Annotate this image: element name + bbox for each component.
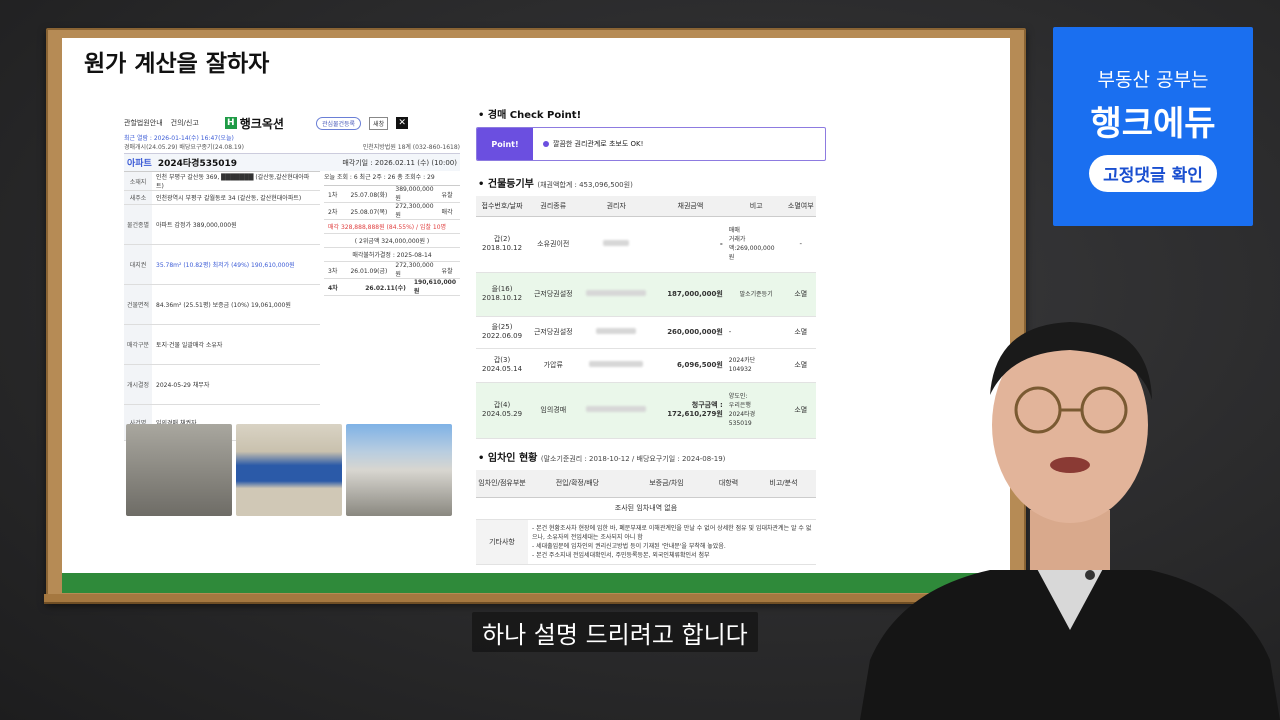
registry-heading: • 건물등기부 (채권액합계 : 453,096,500원) — [478, 179, 633, 190]
table-row: 소재지 인천 부평구 갈산동 369, ███████ (갈산동,갈산현대아파트) — [124, 172, 320, 191]
table-row: 개시결정 2024-05-29 채무자 — [124, 365, 320, 405]
tenant-table: 임차인/점유부분 전입/확정/배당 보증금/차임 대항력 비고/분석 조사된 임차내역 … — [476, 469, 816, 565]
view-count: 오늘 조회 : 6 최근 2주 : 26 총 조회수 : 29 — [324, 174, 435, 181]
tenant-heading: • 임차인 현황 (말소기준권리 : 2018-10-12 / 배당요구기일 :… — [478, 452, 726, 464]
photo-door[interactable] — [126, 424, 232, 516]
table-row: 매각구분 토지·건물 일괄매각 소유자 — [124, 325, 320, 365]
table-row: 건물면적 84.36m² (25.51평) 보증금 (10%) 19,061,00… — [124, 285, 320, 325]
table-row: 갑(3) 2024.05.14 가압류 6,096,500원 2024카단 104… — [476, 348, 816, 383]
registry-table: 접수번호/날짜 권리종류 권리자 채권금액 비고 소멸여부 갑(2) 2018.10.12 … — [476, 196, 816, 439]
promo-brand: 행크에듀 — [1090, 104, 1216, 144]
nav-report[interactable]: 건의/신고 — [171, 118, 199, 128]
rejection: 매각불허가결정 : 2025-08-14 — [324, 248, 460, 262]
sale-result: 매각 328,888,888원 (84.55%) / 입찰 10명 — [324, 220, 460, 234]
property-photos — [126, 424, 452, 516]
photo-building[interactable] — [346, 424, 452, 516]
nav-court-info[interactable]: 관할법원안내 — [124, 118, 163, 128]
checkpoint-text: 깔끔한 권리관계로 초보도 OK! — [553, 140, 644, 148]
point-label: Point! — [477, 128, 533, 160]
check-icon — [543, 141, 549, 147]
case-header: 아파트 2024타경535019 매각기일 : 2026.02.11 (수) (1… — [124, 153, 460, 171]
checkpoint-box: Point! 깔끔한 권리관계로 초보도 OK! — [476, 127, 826, 161]
table-row: 2차 25.08.07(목) 272,300,000원 매각 — [324, 203, 460, 220]
table-row: 기타사항 - 본건 현황조사차 현장에 임한 바, 폐문부재로 이해관계인을 만… — [476, 519, 816, 565]
court-info: 인천지방법원 18계 (032-860-1618) — [362, 144, 460, 151]
auction-toolbar: 관할법원안내 건의/신고 H 행크옥션 관심물건등록 새창 ✕ — [124, 112, 460, 134]
sale-date: 매각기일 : 2026.02.11 (수) (10:00) — [342, 158, 457, 167]
close-icon[interactable]: ✕ — [396, 117, 409, 129]
property-grid: 소재지 인천 부평구 갈산동 369, ███████ (갈산동,갈산현대아파트)… — [124, 171, 320, 441]
property-type: 아파트 — [127, 159, 152, 169]
table-row: 갑(2) 2018.10.12 소유권이전 - 매매 거래가 액:269,000,… — [476, 216, 816, 273]
tenant-empty: 조사된 임차내역 없음 — [476, 497, 816, 520]
pinned-comment-button[interactable]: 고정댓글 확인 — [1089, 155, 1217, 192]
watch-button[interactable]: 관심물건등록 — [315, 116, 362, 130]
promo-banner[interactable]: 부동산 공부는 행크에듀 고정댓글 확인 — [1053, 27, 1253, 226]
table-row: 갑(4) 2024.05.29 임의경매 청구금액 : 172,610,279원 … — [476, 382, 816, 439]
promo-line1: 부동산 공부는 — [1097, 69, 1209, 91]
table-row: 4차 26.02.11(수) 190,610,000원 — [324, 279, 460, 296]
analysis-panel: • 경매 Check Point! Point! 깔끔한 권리관계로 초보도 O… — [476, 100, 826, 565]
table-row: 대지권 35.78m² (10.82평) 최저가 (49%) 190,610,00… — [124, 245, 320, 285]
table-row: 새주소 인천광역시 부평구 갈월동로 34 (갈산동, 갈산현대아파트) — [124, 191, 320, 205]
auction-panel: 관할법원안내 건의/신고 H 행크옥션 관심물건등록 새창 ✕ 최근 열람 : 2… — [124, 112, 460, 441]
second-bid: ( 2위금액 324,000,000원 ) — [324, 234, 460, 248]
start-info: 경매개시(24.05.29) 배당요구종기(24.08.19) — [124, 144, 244, 151]
new-window-button[interactable]: 새창 — [369, 116, 389, 130]
presenter — [860, 322, 1280, 720]
table-row: 을(25) 2022.06.09 근저당권설정 260,000,000원 - 소멸 — [476, 316, 816, 349]
case-number: 2024타경535019 — [157, 159, 238, 169]
bid-history: 오늘 조회 : 6 최근 2주 : 26 총 조회수 : 29 1차 25.07.… — [320, 171, 460, 441]
table-row: 물건종별 아파트 감정가 389,000,000원 — [124, 205, 320, 245]
table-row: 1차 25.07.08(화) 389,000,000원 유찰 — [324, 186, 460, 203]
subtitle: 하나 설명 드리려고 합니다 — [472, 612, 758, 652]
table-row: 3차 26.01.09(금) 272,300,000원 유찰 — [324, 262, 460, 279]
logo-icon: H — [224, 117, 237, 129]
photo-address-sign[interactable] — [236, 424, 342, 516]
board-title: 원가 계산을 잘하자 — [84, 51, 270, 77]
site-logo[interactable]: H 행크옥션 — [224, 115, 284, 132]
checkpoint-heading: • 경매 Check Point! — [478, 110, 582, 121]
recent-view: 최근 열람 : 2026-01-14(수) 16:47(오늘) — [124, 135, 234, 142]
table-row: 을(16) 2018.10.12 근저당권설정 187,000,000원 말소기준… — [476, 272, 816, 317]
